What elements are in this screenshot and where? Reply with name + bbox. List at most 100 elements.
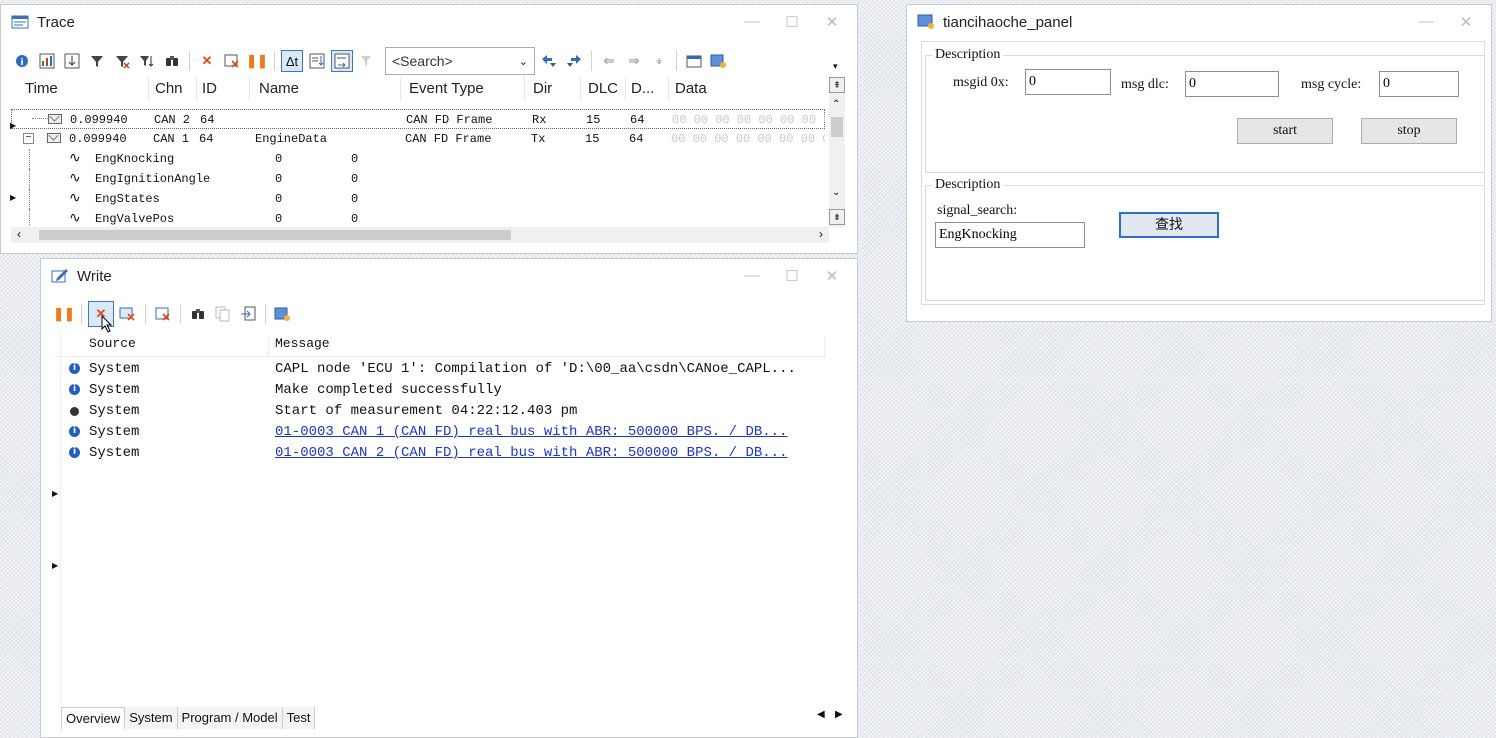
- row-data: 00 00 00 00 00 00 00 00: [672, 113, 825, 127]
- panel-minimize-button[interactable]: —: [1415, 13, 1437, 31]
- col-id[interactable]: ID: [198, 77, 250, 101]
- arrow-right-icon[interactable]: ⇒: [623, 50, 645, 72]
- trace-horizontal-scrollbar[interactable]: ‹ ›: [11, 227, 829, 243]
- write-close-button[interactable]: ✕: [821, 267, 843, 285]
- col-time[interactable]: Time: [21, 77, 149, 101]
- export-icon[interactable]: [237, 303, 259, 325]
- scroll-top-icon[interactable]: ⇞: [829, 77, 845, 93]
- open-logfile-icon[interactable]: [683, 50, 705, 72]
- scroll-left-icon[interactable]: ‹: [17, 227, 21, 241]
- scroll-right-icon[interactable]: ›: [819, 227, 823, 241]
- search-forward-icon[interactable]: [563, 50, 585, 72]
- write-minimize-button[interactable]: —: [741, 267, 763, 285]
- write-row[interactable]: i System 01-0003 CAN 2 (CAN FD) real bus…: [61, 443, 831, 464]
- stop-button[interactable]: stop: [1361, 118, 1457, 144]
- scroll-down-icon[interactable]: ⌄: [832, 187, 840, 198]
- trace-maximize-button[interactable]: ☐: [781, 13, 803, 31]
- tab-scroll-right-icon[interactable]: ▶: [835, 709, 843, 720]
- col-dlc[interactable]: DLC: [584, 77, 626, 101]
- trace-row[interactable]: 0.099940 CAN 2 64 CAN FD Frame Rx 15 64 …: [11, 109, 825, 129]
- tab-overview[interactable]: Overview: [61, 707, 126, 729]
- col-chn[interactable]: Chn: [151, 77, 197, 101]
- col-data[interactable]: Data: [671, 77, 825, 101]
- chronological-icon[interactable]: [306, 50, 328, 72]
- msg-cycle-input[interactable]: [1379, 71, 1459, 97]
- scroll-bottom-icon[interactable]: ⇟: [829, 209, 845, 225]
- write-row[interactable]: i System CAPL node 'ECU 1': Compilation …: [61, 359, 831, 380]
- clear-window-icon[interactable]: [221, 50, 243, 72]
- row-message-link[interactable]: 01-0003 CAN 1 (CAN FD) real bus with ABR…: [275, 424, 787, 440]
- panel-close-button[interactable]: ✕: [1455, 13, 1477, 31]
- write-row[interactable]: System Start of measurement 04:22:12.403…: [61, 401, 831, 422]
- tree-line: [29, 169, 30, 189]
- filter-remove-icon[interactable]: [111, 50, 133, 72]
- trace-search-combobox[interactable]: <Search> ⌄: [385, 47, 535, 75]
- col-d[interactable]: D...: [627, 77, 669, 101]
- group-legend: Description: [932, 177, 1004, 193]
- copy-icon[interactable]: [212, 303, 234, 325]
- write-titlebar[interactable]: Write: [41, 259, 857, 293]
- scroll-up-icon[interactable]: ⌃: [832, 99, 840, 110]
- signal-wave-icon: ∿: [69, 191, 81, 207]
- collapse-icon[interactable]: −: [23, 133, 34, 144]
- binoculars-icon[interactable]: [187, 303, 209, 325]
- signal-row[interactable]: ∿ EngIgnitionAngle 0 0: [11, 169, 825, 189]
- trace-minimize-button[interactable]: —: [741, 13, 763, 31]
- row-message-link[interactable]: 01-0003 CAN 2 (CAN FD) real bus with ABR…: [275, 445, 787, 461]
- scroll-thumb[interactable]: [831, 117, 843, 137]
- info-icon: i: [69, 363, 80, 374]
- signal-row[interactable]: ∿ EngKnocking 0 0: [11, 149, 825, 169]
- time-mode-icon[interactable]: Δt: [281, 50, 303, 72]
- filter-signal-icon[interactable]: [136, 50, 158, 72]
- scroll-mode-icon[interactable]: [61, 50, 83, 72]
- statistics-icon[interactable]: [36, 50, 58, 72]
- window-layout-icon[interactable]: [708, 50, 730, 72]
- tab-system[interactable]: System: [125, 707, 178, 729]
- h-scroll-thumb[interactable]: [39, 230, 511, 240]
- arrow-left-icon[interactable]: ⇐: [598, 50, 620, 72]
- col-dir[interactable]: Dir: [529, 77, 581, 101]
- pause-icon[interactable]: ❚❚: [53, 303, 75, 325]
- trace-titlebar[interactable]: Trace: [1, 5, 857, 39]
- search-backward-icon[interactable]: [538, 50, 560, 72]
- row-event: CAN FD Frame: [406, 113, 493, 127]
- tab-program-model[interactable]: Program / Model: [177, 707, 283, 729]
- write-maximize-button[interactable]: ☐: [781, 267, 803, 285]
- trace-config-icon[interactable]: i: [11, 50, 33, 72]
- clear-all-icon[interactable]: [117, 303, 139, 325]
- msg-dlc-input[interactable]: [1185, 71, 1279, 97]
- trace-vertical-scrollbar[interactable]: ⇞ ⌃ ⌄ ⇟: [829, 77, 845, 227]
- row-dlc: 15: [585, 132, 600, 146]
- col-event-type[interactable]: Event Type: [405, 77, 525, 101]
- column-filter-icon[interactable]: [356, 50, 378, 72]
- fixed-position-icon[interactable]: [331, 50, 353, 72]
- row-d: 64: [629, 132, 644, 146]
- write-window: Write — ☐ ✕ ❚❚ ✕ Source Message ▶ ▶ i Sy…: [40, 258, 858, 738]
- window-layout-icon[interactable]: [272, 303, 294, 325]
- tree-connector: [32, 118, 48, 119]
- clear-window-icon[interactable]: [152, 303, 174, 325]
- tab-scroll-left-icon[interactable]: ◀: [817, 709, 825, 720]
- col-source[interactable]: Source: [89, 336, 269, 356]
- clear-icon[interactable]: ✕: [196, 50, 218, 72]
- trace-row[interactable]: − 0.099940 CAN 1 64 EngineData CAN FD Fr…: [11, 129, 825, 149]
- write-row[interactable]: i System Make completed successfully: [61, 380, 831, 401]
- find-button[interactable]: 查找: [1119, 212, 1219, 238]
- col-message[interactable]: Message: [275, 336, 825, 356]
- write-row[interactable]: i System 01-0003 CAN 1 (CAN FD) real bus…: [61, 422, 831, 443]
- filter-icon[interactable]: [86, 50, 108, 72]
- toolbar-overflow-icon[interactable]: ▾: [833, 61, 838, 72]
- start-button[interactable]: start: [1237, 118, 1333, 144]
- pause-icon[interactable]: ❚❚: [246, 50, 268, 72]
- binoculars-icon[interactable]: [161, 50, 183, 72]
- trace-close-button[interactable]: ✕: [821, 13, 843, 31]
- msgid-input[interactable]: [1025, 69, 1111, 95]
- tab-test[interactable]: Test: [282, 707, 316, 729]
- signal-row[interactable]: ∿ EngStates 0 0: [11, 189, 825, 209]
- signal-row[interactable]: ∿ EngValvePos 0 0: [11, 209, 825, 225]
- marker-icon[interactable]: ⍖: [648, 50, 670, 72]
- signal-search-input[interactable]: [935, 222, 1085, 248]
- col-name[interactable]: Name: [255, 77, 401, 101]
- panel-titlebar[interactable]: tiancihaoche_panel: [907, 5, 1491, 39]
- message-icon: [48, 114, 62, 124]
